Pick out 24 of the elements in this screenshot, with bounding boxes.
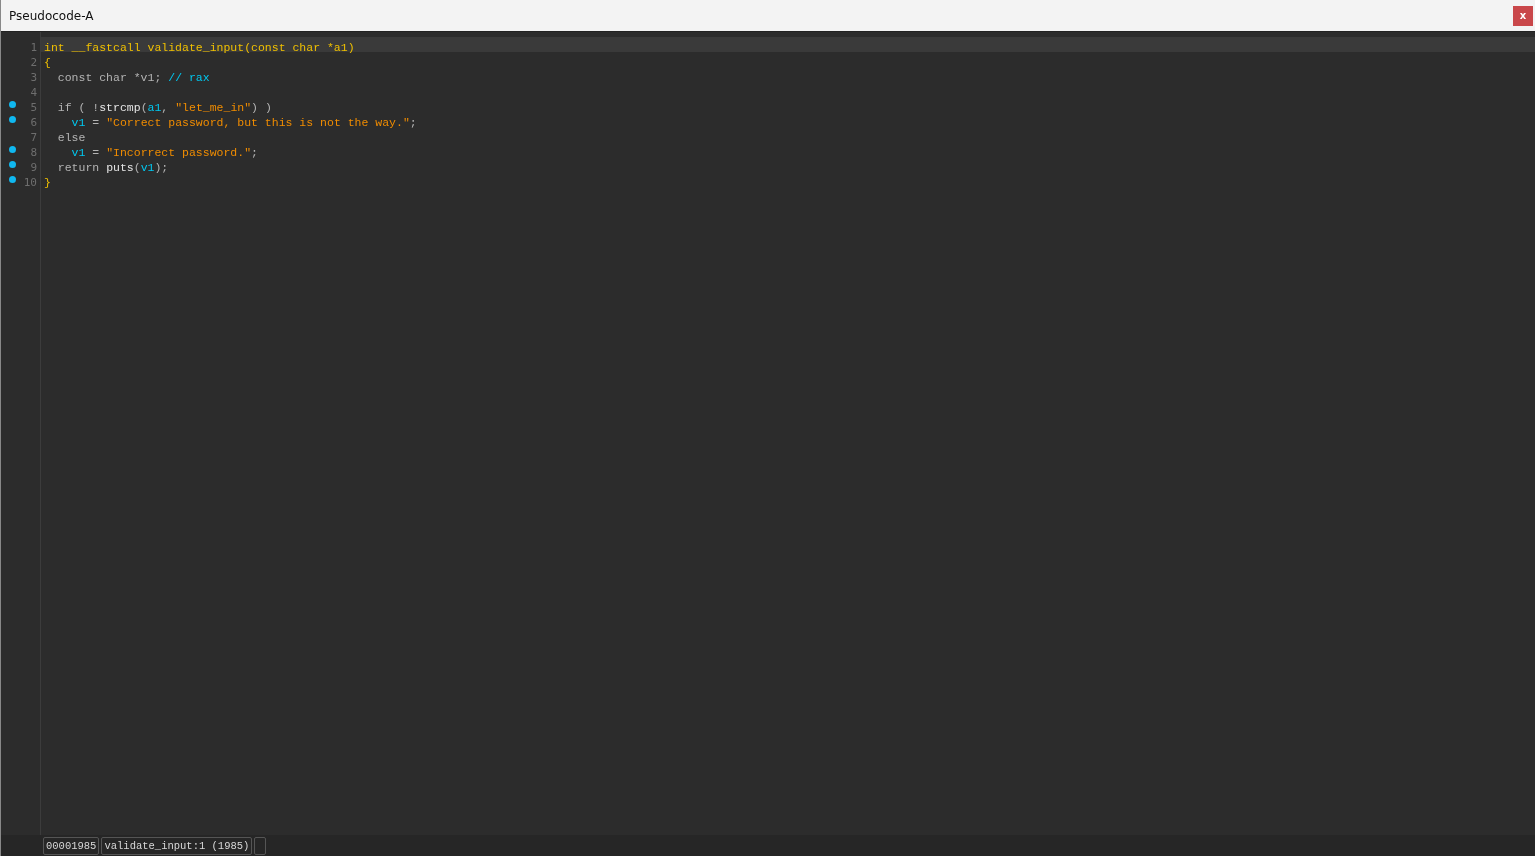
code-line: }	[44, 176, 51, 189]
line-number: 3	[30, 71, 37, 84]
line-number: 6	[30, 116, 37, 129]
close-button[interactable]: x	[1513, 5, 1533, 26]
code-line: int __fastcall validate_input(const char *a1)	[44, 41, 355, 54]
line-number: 7	[30, 131, 37, 144]
line-number: 1	[30, 41, 37, 54]
line-number: 4	[30, 86, 37, 99]
window-title: Pseudocode-A	[9, 8, 94, 23]
code-line: {	[44, 56, 51, 69]
line-number: 10	[23, 176, 37, 189]
line-number: 2	[30, 56, 37, 69]
status-panel	[254, 836, 267, 855]
code-line: v1 = "Correct password, but this is not the way.";	[70, 116, 417, 129]
code-line: else	[56, 131, 86, 144]
location-field: validate_input:1 (1985)	[101, 836, 253, 855]
line-number: 8	[30, 146, 37, 159]
address-field: 00001985	[43, 836, 100, 855]
code-line: return puts(v1);	[56, 161, 169, 174]
code-line: if ( !strcmp(a1, "let_me_in") )	[56, 101, 272, 114]
code-line: v1 = "Incorrect password.";	[70, 146, 258, 159]
line-number: 9	[30, 161, 37, 174]
line-number: 5	[30, 101, 37, 114]
code-line: const char *v1; // rax	[56, 71, 210, 84]
